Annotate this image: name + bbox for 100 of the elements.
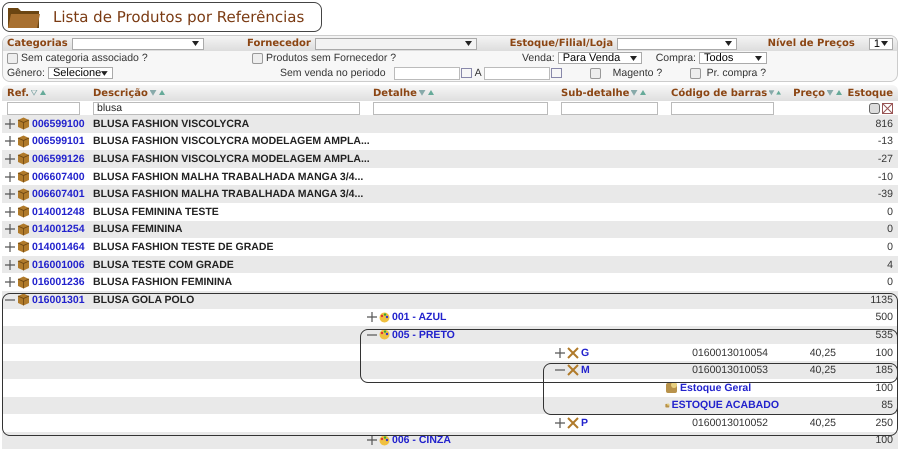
reference-link[interactable]: 006599100 xyxy=(32,118,85,130)
expand-icon[interactable] xyxy=(5,189,15,200)
checkbox-label[interactable]: Pr. compra ? xyxy=(690,67,766,79)
price-text: 40,25 xyxy=(810,346,836,359)
filter-field[interactable] xyxy=(373,102,548,114)
expand-icon[interactable] xyxy=(367,435,377,446)
price-text: 40,25 xyxy=(810,416,836,429)
checkbox-label[interactable]: Magento ? xyxy=(590,67,690,79)
caret-icon[interactable] xyxy=(724,41,732,46)
column-header[interactable]: Preço xyxy=(782,88,846,98)
sale-select[interactable]: Para Venda xyxy=(558,52,642,64)
checkbox[interactable] xyxy=(690,68,701,78)
expand-icon[interactable] xyxy=(5,118,15,129)
field-label: Gênero: xyxy=(7,67,45,79)
date-field[interactable] xyxy=(394,66,460,80)
reference-link[interactable]: 016001006 xyxy=(32,258,85,271)
barcode-text: 0160013010052 xyxy=(692,416,768,429)
expand-icon[interactable] xyxy=(5,154,15,164)
stock-text: 0 xyxy=(887,206,893,218)
caret-icon[interactable] xyxy=(754,56,762,60)
item-link[interactable]: M xyxy=(581,364,590,376)
stock-text: 500 xyxy=(875,311,893,324)
range-separator: A xyxy=(474,67,482,79)
caret-icon[interactable] xyxy=(101,70,108,76)
stock-text: 100 xyxy=(875,382,893,394)
caret-icon[interactable] xyxy=(630,56,637,60)
calendar-icon[interactable] xyxy=(460,68,472,78)
item-link[interactable]: Estoque Geral xyxy=(680,382,752,394)
purchase-select[interactable]: Todos xyxy=(698,52,767,64)
checkbox[interactable] xyxy=(252,52,263,64)
filter-field[interactable]: blusa xyxy=(93,102,360,114)
product-description: BLUSA FEMININA TESTE xyxy=(92,206,219,218)
price-level-select[interactable]: 1 xyxy=(868,38,893,50)
caret-icon[interactable] xyxy=(880,41,888,46)
item-link[interactable]: 006 - CINZA xyxy=(392,434,451,446)
search-icon[interactable] xyxy=(869,102,880,114)
item-link[interactable]: G xyxy=(581,346,590,359)
reference-link[interactable]: 014001254 xyxy=(32,223,85,236)
expand-icon[interactable] xyxy=(5,242,15,252)
column-header[interactable]: Descrição xyxy=(88,88,368,98)
field-label: Nível de Preços xyxy=(768,38,855,49)
box-icon xyxy=(17,258,30,272)
filter-field[interactable] xyxy=(7,102,80,114)
folder-icon xyxy=(7,5,41,29)
expand-icon[interactable] xyxy=(5,172,15,182)
stock-text: -27 xyxy=(878,152,893,165)
filter-field[interactable] xyxy=(671,102,774,114)
expand-icon[interactable] xyxy=(5,260,15,270)
checkbox-label[interactable]: Produtos sem Fornecedor ? xyxy=(252,52,522,64)
gender-select[interactable]: Selecione xyxy=(48,67,113,79)
field-label: Venda: xyxy=(522,52,555,64)
calendar-icon[interactable] xyxy=(550,68,562,78)
crossed-tools-icon xyxy=(567,346,579,359)
reference-link[interactable]: 006599126 xyxy=(32,152,85,165)
checkbox[interactable] xyxy=(590,68,601,78)
item-link[interactable]: 005 - PRETO xyxy=(392,328,455,341)
expand-icon[interactable] xyxy=(5,136,15,146)
item-link[interactable]: 001 - AZUL xyxy=(392,311,446,324)
checkbox[interactable] xyxy=(7,52,18,64)
expand-icon[interactable] xyxy=(5,277,15,288)
price-text: 40,25 xyxy=(810,364,836,376)
item-link[interactable]: P xyxy=(581,416,588,429)
expand-icon[interactable] xyxy=(5,224,15,234)
reference-link[interactable]: 016001236 xyxy=(32,276,85,288)
stock-text: 100 xyxy=(875,346,893,359)
filter-field[interactable] xyxy=(561,102,658,114)
reference-link[interactable]: 014001464 xyxy=(32,240,85,253)
expand-icon[interactable] xyxy=(555,348,565,358)
box-icon xyxy=(17,222,30,236)
stock-text: 4 xyxy=(887,258,893,271)
column-header[interactable]: Sub-detalhe xyxy=(556,88,666,98)
palette-icon xyxy=(379,434,390,446)
box-icon xyxy=(17,117,30,130)
expand-icon[interactable] xyxy=(367,312,377,322)
palette-icon xyxy=(379,312,390,323)
reference-link[interactable]: 016001301 xyxy=(32,294,85,306)
expand-icon[interactable] xyxy=(5,206,15,217)
expand-icon[interactable] xyxy=(555,418,565,428)
clear-icon[interactable] xyxy=(882,102,893,114)
column-header[interactable]: Código de barras xyxy=(666,88,782,98)
field-label: Estoque/Filial/Loja xyxy=(510,38,614,49)
box-icon xyxy=(17,240,30,254)
product-description: BLUSA FASHION FEMININA xyxy=(92,276,232,288)
reference-link[interactable]: 006607400 xyxy=(32,170,85,183)
field-label: Fornecedor xyxy=(247,38,311,49)
reference-link[interactable]: 006607401 xyxy=(32,188,85,200)
product-description: BLUSA FASHION MALHA TRABALHADA MANGA 3/4... xyxy=(92,170,364,183)
date-field[interactable] xyxy=(484,66,550,80)
stock-text: 0 xyxy=(887,223,893,236)
stock-text: -13 xyxy=(878,135,893,148)
item-link[interactable]: ESTOQUE ACABADO xyxy=(672,399,779,412)
checkbox-label[interactable]: Sem categoria associado ? xyxy=(7,52,252,64)
stock-text: -39 xyxy=(878,188,893,200)
product-description: BLUSA FASHION TESTE DE GRADE xyxy=(92,240,274,253)
column-header[interactable]: Detalhe xyxy=(368,88,556,98)
column-header[interactable]: Ref. xyxy=(2,88,88,98)
caret-icon[interactable] xyxy=(192,41,199,46)
reference-link[interactable]: 014001248 xyxy=(32,206,85,218)
reference-link[interactable]: 006599101 xyxy=(32,135,85,148)
column-header[interactable]: Estoque xyxy=(846,88,896,98)
